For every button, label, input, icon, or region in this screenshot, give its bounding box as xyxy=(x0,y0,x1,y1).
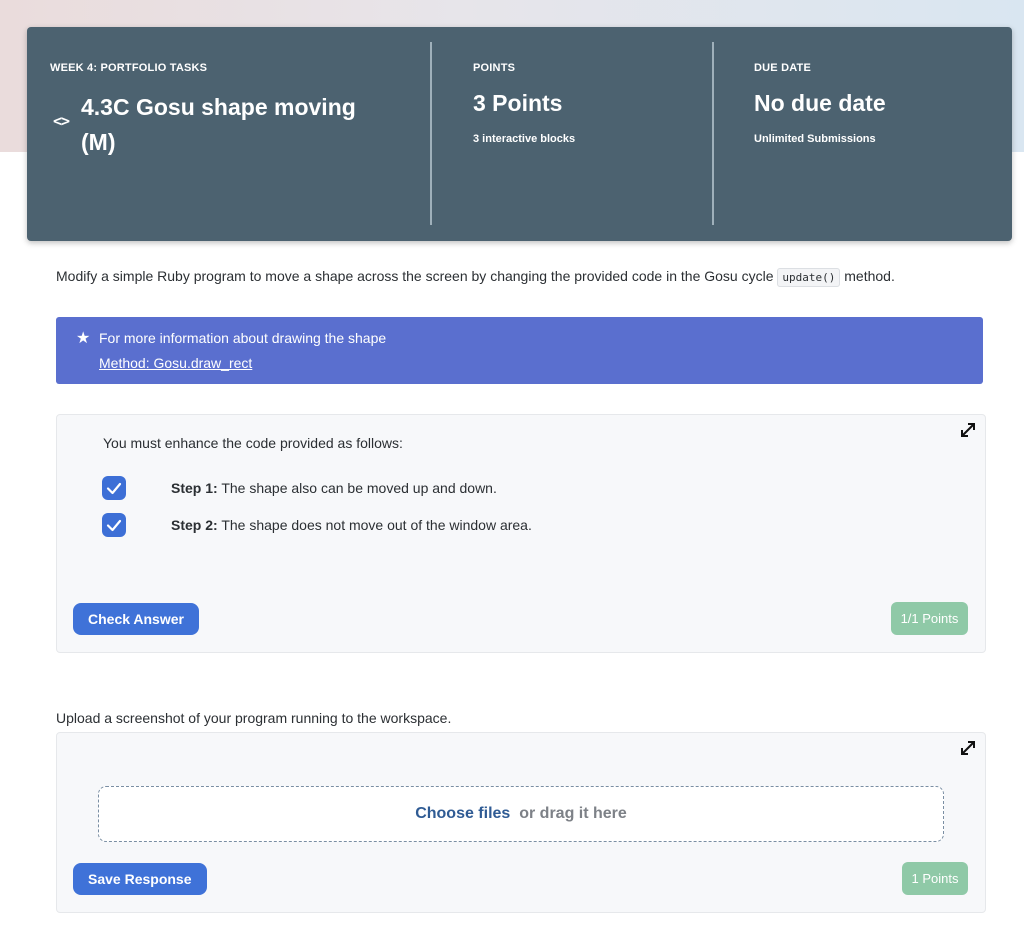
points-value: 3 Points xyxy=(473,90,563,116)
due-date-value: No due date xyxy=(754,90,886,116)
task-info-column: WEEK 4: PORTFOLIO TASKS <> 4.3C Gosu sha… xyxy=(27,27,431,241)
draw-rect-method-link[interactable]: Method: Gosu.draw_rect xyxy=(99,355,252,371)
checkmark-icon xyxy=(106,519,122,532)
points-subtext: 3 interactive blocks xyxy=(473,133,576,145)
description-text: Modify a simple Ruby program to move a s… xyxy=(56,268,774,284)
due-date-column: DUE DATE No due date Unlimited Submissio… xyxy=(714,27,1012,241)
drag-hint: or drag it here xyxy=(519,805,627,822)
info-banner: ★ For more information about drawing the… xyxy=(56,317,983,384)
points-column: POINTS 3 Points 3 interactive blocks xyxy=(432,27,712,241)
due-date-label: DUE DATE xyxy=(754,62,812,74)
step-2-checkbox[interactable] xyxy=(102,513,126,537)
file-dropzone[interactable]: Choose files or drag it here xyxy=(98,786,944,842)
check-answer-button[interactable]: Check Answer xyxy=(73,603,199,635)
step-label: Step 2: xyxy=(171,517,218,533)
task-header-card: WEEK 4: PORTFOLIO TASKS <> 4.3C Gosu sha… xyxy=(27,27,1012,241)
inline-code: update() xyxy=(777,268,841,287)
checkmark-icon xyxy=(106,482,122,495)
code-icon: <> xyxy=(53,112,70,130)
expand-icon[interactable] xyxy=(959,421,977,439)
task-title: 4.3C Gosu shape moving (M) xyxy=(81,94,356,155)
section-label: WEEK 4: PORTFOLIO TASKS xyxy=(50,62,208,74)
points-badge: 1/1 Points xyxy=(891,602,968,635)
step-1-checkbox[interactable] xyxy=(102,476,126,500)
star-icon: ★ xyxy=(76,330,91,347)
submissions-subtext: Unlimited Submissions xyxy=(754,133,876,145)
checklist-heading: You must enhance the code provided as fo… xyxy=(103,435,403,451)
step-label: Step 1: xyxy=(171,480,218,496)
expand-icon[interactable] xyxy=(959,739,977,757)
points-label: POINTS xyxy=(473,62,516,74)
upload-instructions: Upload a screenshot of your program runn… xyxy=(56,710,452,726)
step-description: The shape also can be moved up and down. xyxy=(221,480,497,496)
step-2-text: Step 2: The shape does not move out of t… xyxy=(171,517,532,533)
step-description: The shape does not move out of the windo… xyxy=(221,517,532,533)
save-response-button[interactable]: Save Response xyxy=(73,863,207,895)
task-description: Modify a simple Ruby program to move a s… xyxy=(56,268,895,287)
checklist-block: You must enhance the code provided as fo… xyxy=(56,414,986,653)
points-badge: 1 Points xyxy=(902,862,968,895)
upload-block: Choose files or drag it here Save Respon… xyxy=(56,732,986,913)
info-text: For more information about drawing the s… xyxy=(99,330,387,346)
description-text-end: method. xyxy=(844,268,895,284)
choose-files-link[interactable]: Choose files xyxy=(415,805,510,822)
step-1-text: Step 1: The shape also can be moved up a… xyxy=(171,480,497,496)
